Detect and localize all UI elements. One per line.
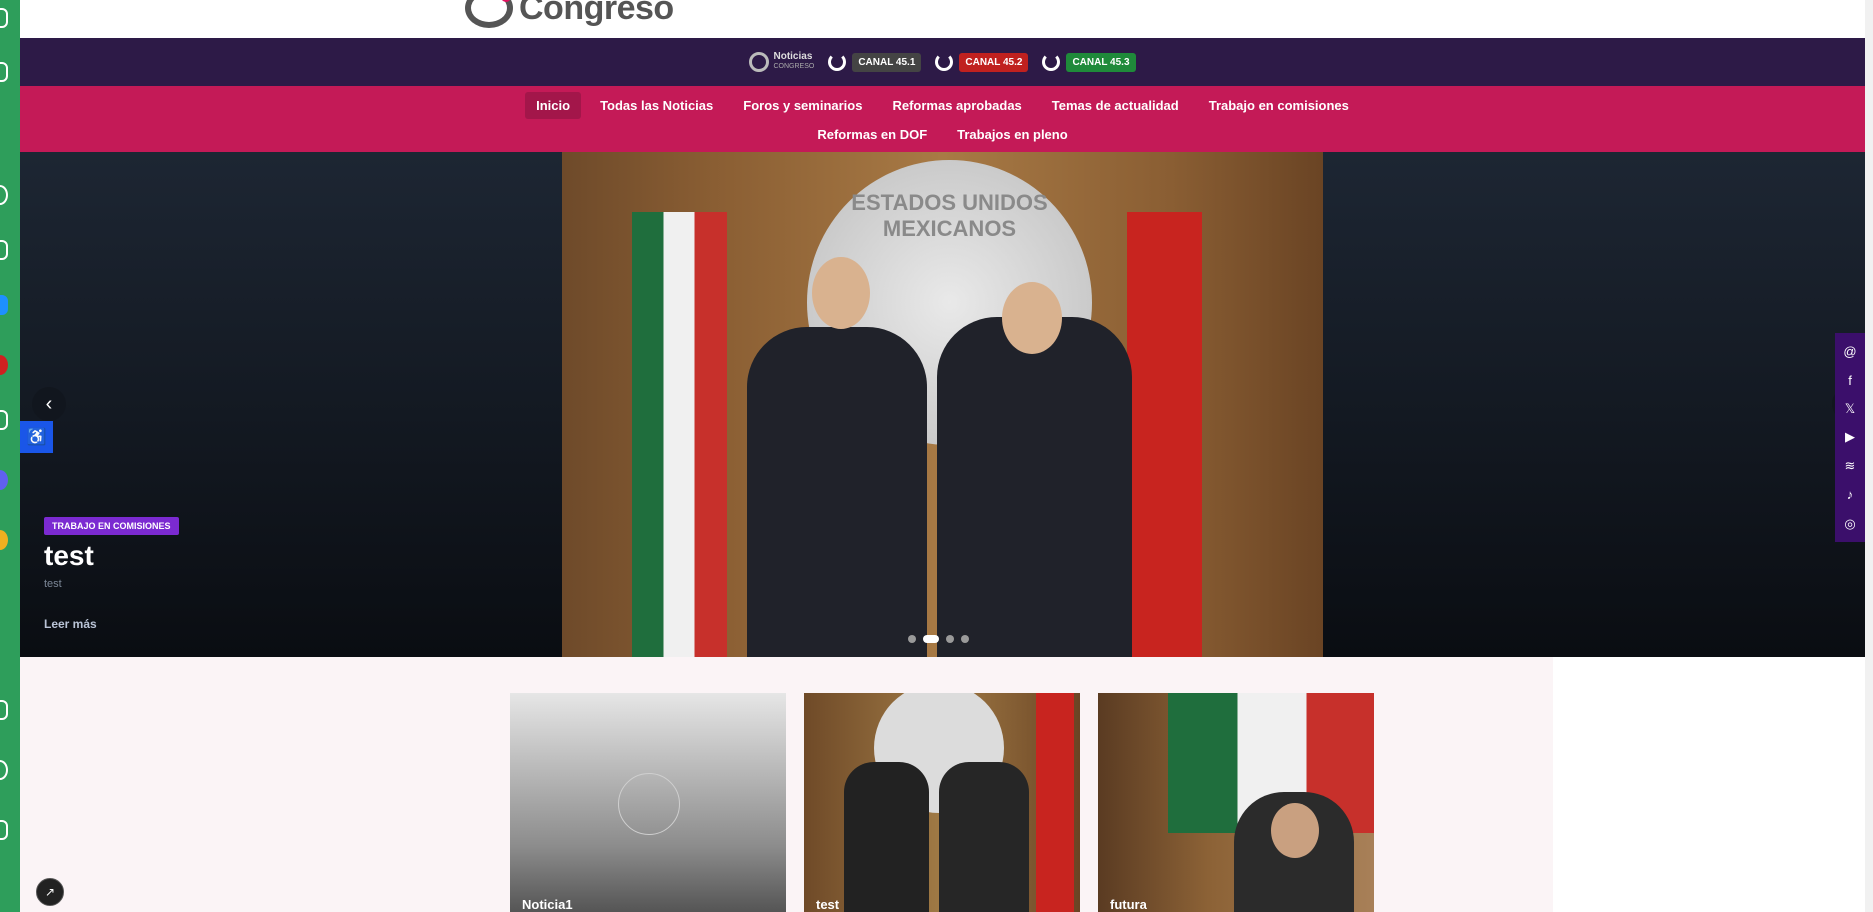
seal-text: ESTADOS UNIDOS MEXICANOS bbox=[851, 190, 1048, 241]
nav-item-inicio[interactable]: Inicio bbox=[525, 92, 582, 119]
dock-app-icon[interactable] bbox=[0, 700, 8, 720]
instagram-icon[interactable]: ◎ bbox=[1842, 516, 1858, 532]
dock-app-icon[interactable] bbox=[0, 760, 8, 780]
nav-item-trabajo-comisiones[interactable]: Trabajo en comisiones bbox=[1198, 92, 1360, 119]
dock-app-icon[interactable] bbox=[0, 470, 8, 490]
logo-text: Congreso bbox=[519, 0, 674, 27]
carousel-dot-active[interactable] bbox=[923, 635, 939, 643]
channel-badge: CANAL 45.3 bbox=[1066, 52, 1136, 72]
placeholder-image-icon bbox=[618, 773, 680, 835]
dock-app-icon[interactable] bbox=[0, 820, 8, 840]
canal-logo-icon bbox=[935, 53, 954, 71]
nav-item-reformas-dof[interactable]: Reformas en DOF bbox=[806, 121, 938, 148]
channel-bar: Noticias CONGRESO CANAL 45.1 CANAL 45.2 … bbox=[20, 38, 1865, 86]
channel-badge: CANAL 45.2 bbox=[959, 52, 1029, 72]
accessibility-button[interactable]: ♿ bbox=[20, 421, 53, 453]
channel-45-2-link[interactable]: CANAL 45.2 bbox=[935, 52, 1029, 72]
news-card[interactable]: futura bbox=[1098, 693, 1374, 912]
news-card[interactable]: Noticia1 bbox=[510, 693, 786, 912]
carousel-dot[interactable] bbox=[961, 635, 969, 643]
dock-app-icon[interactable] bbox=[0, 410, 8, 430]
hero-category-badge[interactable]: TRABAJO EN COMISIONES bbox=[44, 517, 179, 535]
person-right bbox=[939, 762, 1029, 912]
carousel-dot[interactable] bbox=[946, 635, 954, 643]
news-card-title: test bbox=[816, 897, 840, 912]
china-flag bbox=[1127, 212, 1202, 657]
canal-logo-icon bbox=[1042, 53, 1061, 71]
news-cards: Noticia1 test futura bbox=[510, 693, 1374, 912]
site-header: Congreso bbox=[20, 0, 1865, 38]
arrow-icon: ↗ bbox=[44, 885, 56, 899]
brand-line1: Noticias bbox=[773, 51, 813, 62]
channel-badge: CANAL 45.1 bbox=[852, 52, 922, 72]
x-icon[interactable]: 𝕏 bbox=[1842, 401, 1858, 417]
tiktok-icon[interactable]: ♪ bbox=[1842, 487, 1858, 503]
hero-title[interactable]: test bbox=[44, 540, 94, 572]
os-dock bbox=[0, 0, 20, 912]
person-head bbox=[1271, 803, 1319, 858]
brand-line2: CONGRESO bbox=[773, 63, 815, 70]
channel-45-1-link[interactable]: CANAL 45.1 bbox=[828, 52, 922, 72]
chevron-left-icon: ‹ bbox=[45, 392, 53, 415]
canal-logo-icon bbox=[828, 53, 847, 71]
youtube-icon[interactable]: ▶ bbox=[1842, 429, 1858, 445]
dock-app-icon[interactable] bbox=[0, 185, 8, 205]
carousel-dot[interactable] bbox=[908, 635, 916, 643]
main-nav: Inicio Todas las Noticias Foros y semina… bbox=[20, 86, 1865, 152]
nav-item-trabajos-pleno[interactable]: Trabajos en pleno bbox=[946, 121, 1079, 148]
noticias-congreso-logo[interactable]: Noticias CONGRESO bbox=[749, 52, 814, 72]
logo-mark-icon bbox=[465, 0, 513, 28]
spotify-icon[interactable]: ≋ bbox=[1842, 458, 1858, 474]
dock-app-icon[interactable] bbox=[0, 8, 8, 28]
dock-app-icon[interactable] bbox=[0, 355, 8, 375]
person-right bbox=[937, 317, 1132, 657]
site-logo[interactable]: Congreso bbox=[465, 0, 674, 28]
floating-action-button[interactable]: ↗ bbox=[36, 878, 64, 906]
person-right-head bbox=[1002, 282, 1062, 354]
news-card[interactable]: test bbox=[804, 693, 1080, 912]
nav-item-reformas-aprobadas[interactable]: Reformas aprobadas bbox=[881, 92, 1032, 119]
person-left bbox=[747, 327, 927, 657]
carousel-dots bbox=[908, 635, 969, 643]
dock-app-icon[interactable] bbox=[0, 62, 8, 82]
noticias-logo-icon bbox=[749, 52, 770, 72]
facebook-icon[interactable]: f bbox=[1842, 372, 1858, 388]
hero-carousel: ESTADOS UNIDOS MEXICANOS ‹ › TRABAJO EN … bbox=[20, 152, 1865, 657]
accessibility-icon: ♿ bbox=[26, 429, 47, 446]
mexico-flag bbox=[632, 212, 727, 657]
nav-item-temas-actualidad[interactable]: Temas de actualidad bbox=[1041, 92, 1190, 119]
nav-item-foros[interactable]: Foros y seminarios bbox=[732, 92, 873, 119]
person-left bbox=[844, 762, 929, 912]
news-card-title: Noticia1 bbox=[522, 897, 573, 912]
hero-read-more-link[interactable]: Leer más bbox=[44, 617, 97, 631]
dock-app-icon[interactable] bbox=[0, 295, 8, 315]
threads-icon[interactable]: @ bbox=[1842, 343, 1858, 359]
page-scrollbar[interactable] bbox=[1865, 0, 1873, 912]
dock-app-icon[interactable] bbox=[0, 240, 8, 260]
channel-45-3-link[interactable]: CANAL 45.3 bbox=[1042, 52, 1136, 72]
china-flag bbox=[1036, 693, 1074, 912]
carousel-prev-button[interactable]: ‹ bbox=[32, 387, 66, 421]
chrome-app-icon[interactable] bbox=[0, 530, 8, 550]
social-sidebar: @ f 𝕏 ▶ ≋ ♪ ◎ bbox=[1835, 333, 1865, 542]
news-card-title: futura bbox=[1110, 897, 1147, 912]
person-left-head bbox=[812, 257, 870, 329]
nav-item-todas-noticias[interactable]: Todas las Noticias bbox=[589, 92, 724, 119]
hero-subtitle: test bbox=[44, 578, 62, 590]
hero-image[interactable]: ESTADOS UNIDOS MEXICANOS bbox=[562, 152, 1323, 657]
